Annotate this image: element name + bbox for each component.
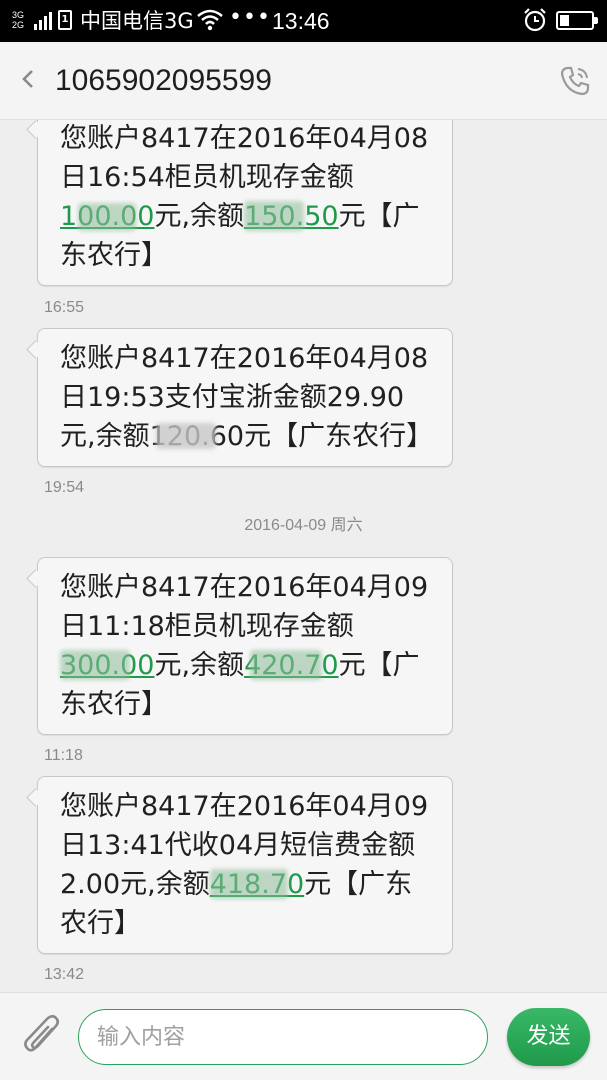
wifi-icon (197, 9, 223, 31)
back-icon[interactable] (16, 64, 40, 94)
message-text: 您账户8417在2016年04月08日19:53支付宝浙金额29.90元,余额1… (60, 339, 438, 456)
amount-link[interactable]: 418.70 (209, 865, 304, 904)
battery-icon (556, 11, 598, 30)
status-time: 13:46 (272, 8, 330, 34)
message-bubble[interactable]: 您账户8417在2016年04月08日16:54柜员机现存金额100.00元,余… (37, 120, 453, 286)
message-input[interactable]: 输入内容 (78, 1009, 488, 1065)
attach-icon[interactable] (22, 1013, 62, 1059)
message-time: 13:42 (44, 966, 85, 983)
message-time: 16:55 (44, 299, 85, 316)
contact-number: 1065902095599 (55, 64, 272, 97)
message-thread[interactable]: 您账户8417在2016年04月08日16:54柜员机现存金额100.00元,余… (0, 120, 607, 992)
network-2g-label: 2G (12, 20, 25, 30)
battery-level (560, 15, 569, 26)
message-bubble[interactable]: 您账户8417在2016年04月09日11:18柜员机现存金额300.00元,余… (37, 557, 453, 735)
amount-link[interactable]: 150.50 (244, 197, 339, 236)
message-time: 19:54 (44, 479, 85, 496)
message-bubble[interactable]: 您账户8417在2016年04月08日19:53支付宝浙金额29.90元,余额1… (37, 328, 453, 467)
message-text: 您账户8417在2016年04月08日16:54柜员机现存金额100.00元,余… (60, 123, 429, 271)
conversation-header: 1065902095599 (0, 42, 607, 120)
send-button[interactable]: 发送 (507, 1008, 590, 1066)
signal-icon (34, 12, 54, 30)
amount-link[interactable]: 100.00 (60, 197, 154, 236)
status-bar: 3G 2G 1 中国电信3G ••• 13:46 (0, 0, 607, 42)
amount-link[interactable]: 300.00 (60, 646, 154, 685)
message-time: 11:18 (44, 747, 83, 764)
carrier-name: 中国电信3G (80, 9, 194, 33)
message-bubble[interactable]: 您账户8417在2016年04月09日13:41代收04月短信费金额2.00元,… (37, 776, 453, 954)
sim-icon: 1 (58, 10, 72, 30)
call-icon[interactable] (558, 64, 592, 98)
date-separator: 2016-04-09 周六 (244, 517, 363, 534)
message-text: 您账户8417在2016年04月09日13:41代收04月短信费金额2.00元,… (60, 791, 429, 939)
network-type-indicator: 3G 2G (12, 10, 24, 30)
amount-link[interactable]: 420.70 (244, 646, 339, 685)
more-notifications-icon: ••• (229, 5, 271, 30)
message-text: 您账户8417在2016年04月09日11:18柜员机现存金额300.00元,余… (60, 572, 429, 720)
alarm-icon (524, 8, 546, 32)
masked-balance: 120.60 (150, 417, 244, 456)
network-3g-label: 3G (12, 10, 25, 20)
composer-bar: 输入内容 发送 (0, 992, 607, 1080)
